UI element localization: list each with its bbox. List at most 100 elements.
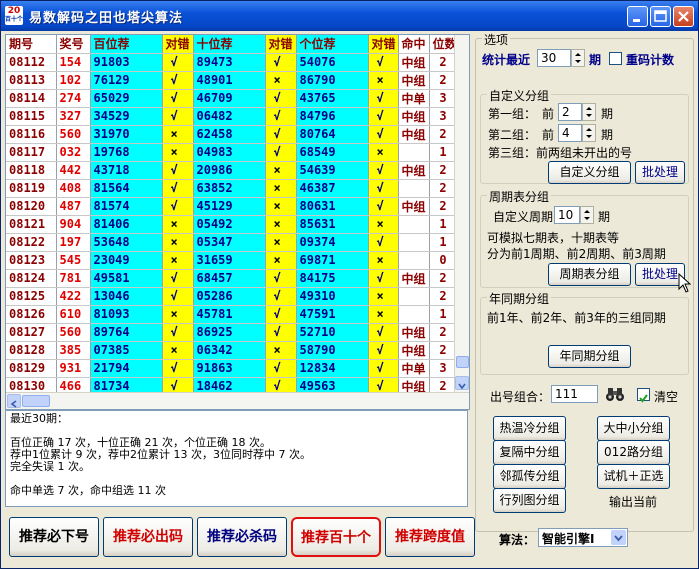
cycle-period-input[interactable]: 10 bbox=[554, 206, 580, 224]
column-header[interactable]: 十位荐 bbox=[193, 35, 266, 54]
table-cell: × bbox=[265, 161, 297, 180]
table-row[interactable]: 08127 560 89764 √ 86925 √ 52710 √ 中组 2 bbox=[6, 323, 458, 342]
group1-periods-spinner[interactable] bbox=[582, 103, 596, 121]
group2-periods-input[interactable]: 4 bbox=[558, 124, 582, 142]
table-row[interactable]: 08119 408 81564 √ 63852 × 46387 √ 2 bbox=[6, 179, 458, 198]
column-header[interactable]: 对错 bbox=[368, 35, 399, 54]
table-row[interactable]: 08129 931 21794 √ 91863 √ 12834 √ 中单 3 bbox=[6, 359, 458, 378]
custom-batch-button[interactable]: 批处理 bbox=[635, 161, 685, 184]
table-cell: √ bbox=[162, 323, 194, 342]
cycle-period-spinner[interactable] bbox=[580, 206, 594, 224]
stat-periods-input[interactable]: 30 bbox=[537, 49, 571, 67]
repeat-count-checkbox[interactable] bbox=[609, 52, 622, 65]
table-cell: × bbox=[368, 215, 399, 234]
column-header[interactable]: 期号 bbox=[6, 35, 57, 54]
table-cell: × bbox=[162, 215, 194, 234]
hot-cold-group-button[interactable]: 热温冷分组 bbox=[493, 416, 566, 441]
column-header[interactable]: 个位荐 bbox=[296, 35, 369, 54]
column-header[interactable]: 对错 bbox=[162, 35, 194, 54]
trial-selection-button[interactable]: 试机＋正选 bbox=[597, 464, 670, 489]
history-grid[interactable]: 期号 奖号 百位荐 对错 十位荐 对错 个位荐 对错 命中 位数 08112 154 91803 √ 894… bbox=[5, 34, 470, 410]
output-current-label[interactable]: 输出当前 bbox=[609, 493, 657, 510]
table-cell: 81406 bbox=[90, 215, 163, 234]
table-row[interactable]: 08124 781 49581 √ 68457 √ 84175 √ 中组 2 bbox=[6, 269, 458, 288]
combo-input[interactable]: 111 bbox=[551, 385, 598, 403]
group1-periods-input[interactable]: 2 bbox=[558, 103, 582, 121]
column-header[interactable]: 位数 bbox=[429, 35, 458, 54]
table-cell: 3 bbox=[429, 107, 458, 126]
chevron-left-icon bbox=[10, 400, 17, 408]
table-cell: 49581 bbox=[90, 269, 163, 288]
recommend-must-kill-button[interactable]: 推荐必杀码 bbox=[197, 517, 287, 557]
table-cell: 80631 bbox=[296, 197, 369, 216]
table-row[interactable]: 08112 154 91803 √ 89473 √ 54076 √ 中组 2 bbox=[6, 53, 458, 72]
clear-checkbox[interactable] bbox=[637, 388, 650, 403]
scroll-left-button[interactable] bbox=[7, 394, 21, 408]
group1-unit: 期 bbox=[601, 107, 614, 121]
table-cell: × bbox=[265, 197, 297, 216]
group2-periods-spinner[interactable] bbox=[582, 124, 596, 142]
binoculars-icon[interactable] bbox=[605, 385, 625, 403]
recommend-hundred-ten-unit-button[interactable]: 推荐百十个 bbox=[291, 517, 381, 557]
recommend-span-button[interactable]: 推荐跨度值 bbox=[385, 517, 475, 557]
table-cell: 08123 bbox=[6, 251, 57, 270]
table-cell: 06342 bbox=[193, 341, 266, 360]
history-table: 期号 奖号 百位荐 对错 十位荐 对错 个位荐 对错 命中 位数 08112 154 91803 √ 894… bbox=[6, 35, 458, 409]
custom-group-button[interactable]: 自定义分组 bbox=[548, 161, 631, 184]
table-row[interactable]: 08122 197 53648 × 05347 × 09374 √ 1 bbox=[6, 233, 458, 252]
maximize-button[interactable] bbox=[650, 6, 671, 27]
table-row[interactable]: 08113 102 76129 √ 48901 × 86790 × 中组 2 bbox=[6, 71, 458, 90]
year-group-button[interactable]: 年同期分组 bbox=[548, 345, 631, 368]
recommend-must-out-button[interactable]: 推荐必出码 bbox=[103, 517, 193, 557]
table-cell bbox=[398, 287, 430, 306]
table-cell: 560 bbox=[56, 125, 91, 144]
chevron-down-icon bbox=[614, 535, 623, 542]
scroll-down-button[interactable] bbox=[455, 376, 469, 390]
table-row[interactable]: 08126 610 81093 × 45781 √ 47591 × 1 bbox=[6, 305, 458, 324]
table-cell: √ bbox=[368, 125, 399, 144]
table-cell: √ bbox=[368, 359, 399, 378]
repeat-mid-group-button[interactable]: 复隔中分组 bbox=[493, 440, 566, 465]
table-row[interactable]: 08125 422 13046 √ 05286 √ 49310 × 2 bbox=[6, 287, 458, 306]
table-cell: 545 bbox=[56, 251, 91, 270]
table-row[interactable]: 08123 545 23049 × 31659 × 69871 × 0 bbox=[6, 251, 458, 270]
grid-vertical-scrollbar[interactable] bbox=[454, 35, 469, 392]
column-header[interactable]: 奖号 bbox=[56, 35, 91, 54]
algorithm-dropdown-button[interactable] bbox=[611, 530, 626, 545]
table-cell: 08128 bbox=[6, 341, 57, 360]
recommend-must-next-button[interactable]: 推荐必下号 bbox=[9, 517, 99, 557]
table-cell: 13046 bbox=[90, 287, 163, 306]
cycle-desc-2: 分为前1周期、前2周期、前3周期 bbox=[487, 247, 666, 261]
table-cell: √ bbox=[162, 197, 194, 216]
vertical-scroll-thumb[interactable] bbox=[456, 356, 469, 368]
close-button[interactable] bbox=[673, 6, 694, 27]
table-row[interactable]: 08121 904 81406 × 05492 × 85631 × 1 bbox=[6, 215, 458, 234]
table-row[interactable]: 08128 385 07385 × 06342 × 58790 √ 中组 2 bbox=[6, 341, 458, 360]
table-cell: 31970 bbox=[90, 125, 163, 144]
column-header[interactable]: 对错 bbox=[265, 35, 297, 54]
table-cell: 08118 bbox=[6, 161, 57, 180]
table-cell: 12834 bbox=[296, 359, 369, 378]
table-cell: 81574 bbox=[90, 197, 163, 216]
grid-horizontal-scrollbar[interactable] bbox=[6, 392, 469, 409]
neighbor-group-button[interactable]: 邻孤传分组 bbox=[493, 464, 566, 489]
table-cell: 86925 bbox=[193, 323, 266, 342]
route-012-group-button[interactable]: 012路分组 bbox=[597, 440, 670, 465]
minimize-button[interactable] bbox=[627, 6, 648, 27]
table-row[interactable]: 08120 487 81574 √ 45129 × 80631 √ 中组 2 bbox=[6, 197, 458, 216]
table-cell: √ bbox=[265, 53, 297, 72]
cycle-group-button[interactable]: 周期表分组 bbox=[548, 263, 631, 286]
table-cell: √ bbox=[265, 323, 297, 342]
size-group-button[interactable]: 大中小分组 bbox=[597, 416, 670, 441]
table-row[interactable]: 08115 327 34529 √ 06482 √ 84796 √ 中组 3 bbox=[6, 107, 458, 126]
column-header[interactable]: 百位荐 bbox=[90, 35, 163, 54]
table-row[interactable]: 08118 442 43718 √ 20986 × 54639 √ 中组 2 bbox=[6, 161, 458, 180]
table-row[interactable]: 08117 032 19768 × 04983 √ 68549 × 1 bbox=[6, 143, 458, 162]
algorithm-select[interactable]: 智能引擎Ⅰ bbox=[538, 528, 628, 547]
table-row[interactable]: 08116 560 31970 × 62458 √ 80764 √ 中组 2 bbox=[6, 125, 458, 144]
table-row[interactable]: 08114 274 65029 √ 46709 √ 43765 √ 中单 3 bbox=[6, 89, 458, 108]
stat-periods-spinner[interactable] bbox=[571, 49, 585, 67]
horizontal-scroll-thumb[interactable] bbox=[22, 395, 50, 407]
row-column-group-button[interactable]: 行列图分组 bbox=[493, 488, 566, 513]
column-header[interactable]: 命中 bbox=[398, 35, 430, 54]
